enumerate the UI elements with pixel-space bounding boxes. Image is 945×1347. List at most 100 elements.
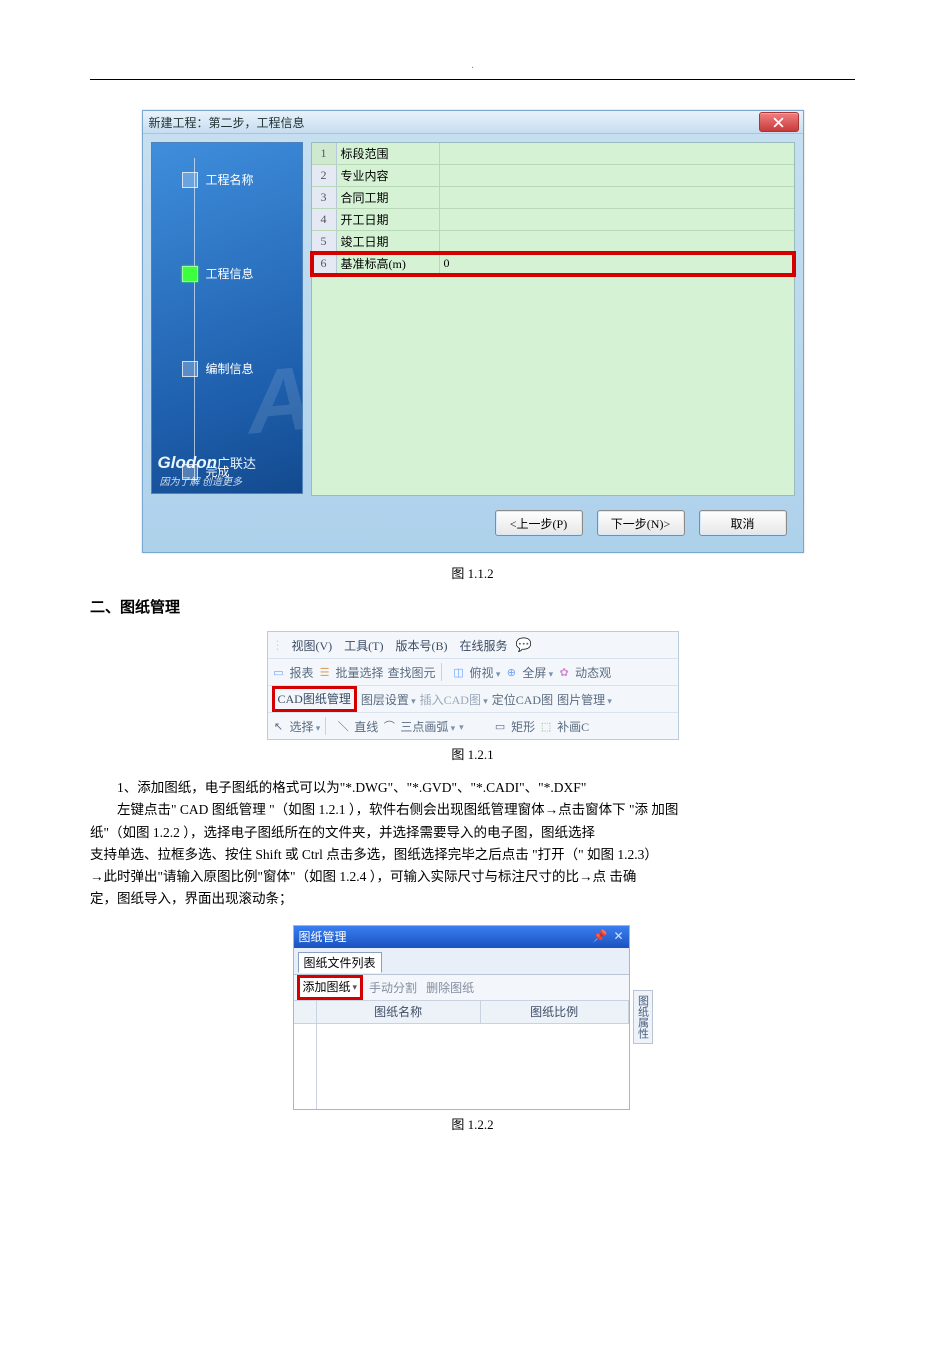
report-button[interactable]: 报表	[290, 664, 314, 681]
row-index: 5	[312, 231, 337, 252]
step-label: 工程名称	[206, 171, 254, 188]
brand-logo: Glodon广联达	[158, 453, 257, 473]
step-label: 工程信息	[206, 265, 254, 282]
row-label: 标段范围	[337, 143, 440, 164]
find-element-button[interactable]: 查找图元	[388, 664, 436, 681]
paragraph: 支持单选、拉框多选、按住 Shift 或 Ctrl 点击多选，图纸选择完毕之后点…	[90, 844, 855, 866]
add-drawing-button[interactable]: 添加图纸▾	[297, 975, 364, 1000]
dock-tab-drawing-properties[interactable]: 图纸属性	[633, 990, 653, 1044]
fullscreen-button[interactable]: 全屏	[522, 664, 553, 681]
panel-titlebar: 图纸管理 📌 ✕	[294, 926, 629, 948]
new-project-dialog: 新建工程：第二步，工程信息 工程名称 工程信息 编制信息	[142, 110, 804, 553]
row-value[interactable]	[440, 231, 794, 252]
wizard-step-name[interactable]: 工程名称	[182, 171, 254, 188]
row-index: 4	[312, 209, 337, 230]
col-drawing-name[interactable]: 图纸名称	[317, 1001, 481, 1023]
figure-caption: 图 1.1.2	[90, 563, 855, 582]
row-value[interactable]	[440, 165, 794, 186]
menu-online[interactable]: 在线服务	[456, 637, 512, 654]
paragraph: 纸"（如图 1.2.2 ），选择电子图纸所在的文件夹，并选择需要导入的电子图，图…	[90, 822, 855, 844]
chat-icon[interactable]: 💬	[516, 637, 532, 653]
figure-caption: 图 1.2.2	[90, 1114, 855, 1133]
wizard-step-info[interactable]: 工程信息	[182, 265, 254, 282]
empty-dropdown[interactable]	[459, 719, 489, 734]
right-dock: 图纸属性	[633, 925, 653, 1110]
row-label: 基准标高(m)	[337, 253, 440, 274]
toolbar-row-draw: ↖ 选择 ＼ 直线 ⌒ 三点画弧 ▭ 矩形 ⬚ 补画C	[268, 713, 678, 739]
grid-row[interactable]: 4 开工日期	[312, 209, 794, 231]
paragraph: 1、添加图纸，电子图纸的格式可以为"*.DWG"、"*.GVD"、"*.CADI…	[90, 777, 855, 799]
rect-tool-button[interactable]: 矩形	[511, 718, 535, 735]
body-text: 1、添加图纸，电子图纸的格式可以为"*.DWG"、"*.GVD"、"*.CADI…	[90, 777, 855, 911]
fill-icon: ⬚	[539, 719, 553, 733]
batch-icon: ☰	[318, 665, 332, 679]
delete-drawing-button[interactable]: 删除图纸	[423, 979, 477, 996]
menu-view[interactable]: 视图(V)	[288, 637, 337, 654]
top-view-button[interactable]: 俯视	[470, 664, 501, 681]
top-rule	[90, 79, 855, 80]
panel-close-icon[interactable]: ✕	[613, 929, 623, 944]
fullscreen-icon: ⊕	[504, 665, 518, 679]
grid-row[interactable]: 5 竣工日期	[312, 231, 794, 253]
line-tool-button[interactable]: 直线	[354, 718, 378, 735]
menu-bar: ⋮ 视图(V) 工具(T) 版本号(B) 在线服务 💬	[268, 632, 678, 659]
picture-manage-button[interactable]: 图片管理	[557, 691, 612, 708]
layer-settings-button[interactable]: 图层设置	[361, 691, 416, 708]
row-index: 2	[312, 165, 337, 186]
step-marker-active	[182, 266, 198, 282]
prev-button[interactable]: <上一步(P)	[495, 510, 583, 536]
step-marker	[182, 172, 198, 188]
pin-icon[interactable]: 📌	[592, 929, 607, 944]
toolbar-row-view: ▭ 报表 ☰ 批量选择 查找图元 ◫ 俯视 ⊕ 全屏 ✿ 动态观	[268, 659, 678, 686]
cancel-button[interactable]: 取消	[699, 510, 787, 536]
insert-cad-button[interactable]: 插入CAD图	[420, 691, 488, 708]
menu-tool[interactable]: 工具(T)	[340, 637, 387, 654]
manual-split-button[interactable]: 手动分割	[366, 979, 420, 996]
row-value[interactable]	[440, 209, 794, 230]
grid-empty-area	[312, 275, 794, 495]
paragraph: 定，图纸导入，界面出现滚动条；	[90, 888, 855, 910]
row-index: 3	[312, 187, 337, 208]
wizard-sidebar: 工程名称 工程信息 编制信息 完成 A Glodon广联达	[151, 142, 303, 494]
panel-title-text: 图纸管理	[299, 928, 347, 945]
dynamic-observe-button[interactable]: 动态观	[575, 664, 611, 681]
close-icon	[773, 117, 784, 128]
row-label: 合同工期	[337, 187, 440, 208]
report-icon: ▭	[272, 665, 286, 679]
section-heading: 二、图纸管理	[90, 596, 855, 617]
tab-drawing-file-list[interactable]: 图纸文件列表	[298, 952, 382, 973]
row-label: 竣工日期	[337, 231, 440, 252]
next-button[interactable]: 下一步(N)>	[597, 510, 685, 536]
arc-icon: ⌒	[382, 719, 396, 733]
cursor-icon: ↖	[272, 719, 286, 733]
row-value[interactable]: 0	[440, 253, 794, 274]
step-label: 编制信息	[206, 360, 254, 377]
drawing-manage-panel: 图纸管理 📌 ✕ 图纸文件列表 添加图纸▾ 手动分割 删除图纸 图纸名称 图纸比…	[293, 925, 653, 1110]
grid-row[interactable]: 2 专业内容	[312, 165, 794, 187]
wizard-step-author[interactable]: 编制信息	[182, 360, 254, 377]
grid-row-highlighted[interactable]: 6 基准标高(m) 0	[312, 253, 794, 275]
brand-slogan: 因为了解 创造更多	[160, 473, 243, 488]
col-drawing-ratio[interactable]: 图纸比例	[481, 1001, 629, 1023]
row-label: 专业内容	[337, 165, 440, 186]
dynamic-icon: ✿	[557, 665, 571, 679]
grid-row[interactable]: 1 标段范围	[312, 143, 794, 165]
arc-tool-button[interactable]: 三点画弧	[400, 718, 455, 735]
paragraph: 左键点击" CAD 图纸管理 "（如图 1.2.1 ），软件右侧会出现图纸管理窗…	[90, 799, 855, 821]
figure-caption: 图 1.2.1	[90, 744, 855, 763]
row-label: 开工日期	[337, 209, 440, 230]
dialog-title: 新建工程：第二步，工程信息	[143, 114, 305, 131]
row-index: 6	[312, 253, 337, 274]
row-value[interactable]	[440, 187, 794, 208]
cad-drawing-manage-button[interactable]: CAD图纸管理	[272, 686, 357, 712]
batch-select-button[interactable]: 批量选择	[336, 664, 384, 681]
panel-column-headers: 图纸名称 图纸比例	[294, 1001, 629, 1024]
locate-cad-button[interactable]: 定位CAD图	[492, 691, 553, 708]
close-button[interactable]	[759, 112, 799, 132]
fill-draw-button[interactable]: 补画C	[557, 718, 589, 735]
toolbar-row-cad: CAD图纸管理 图层设置 插入CAD图 定位CAD图 图片管理	[268, 686, 678, 713]
select-tool-button[interactable]: 选择	[290, 718, 321, 735]
row-value[interactable]	[440, 143, 794, 164]
menu-version[interactable]: 版本号(B)	[392, 637, 452, 654]
grid-row[interactable]: 3 合同工期	[312, 187, 794, 209]
